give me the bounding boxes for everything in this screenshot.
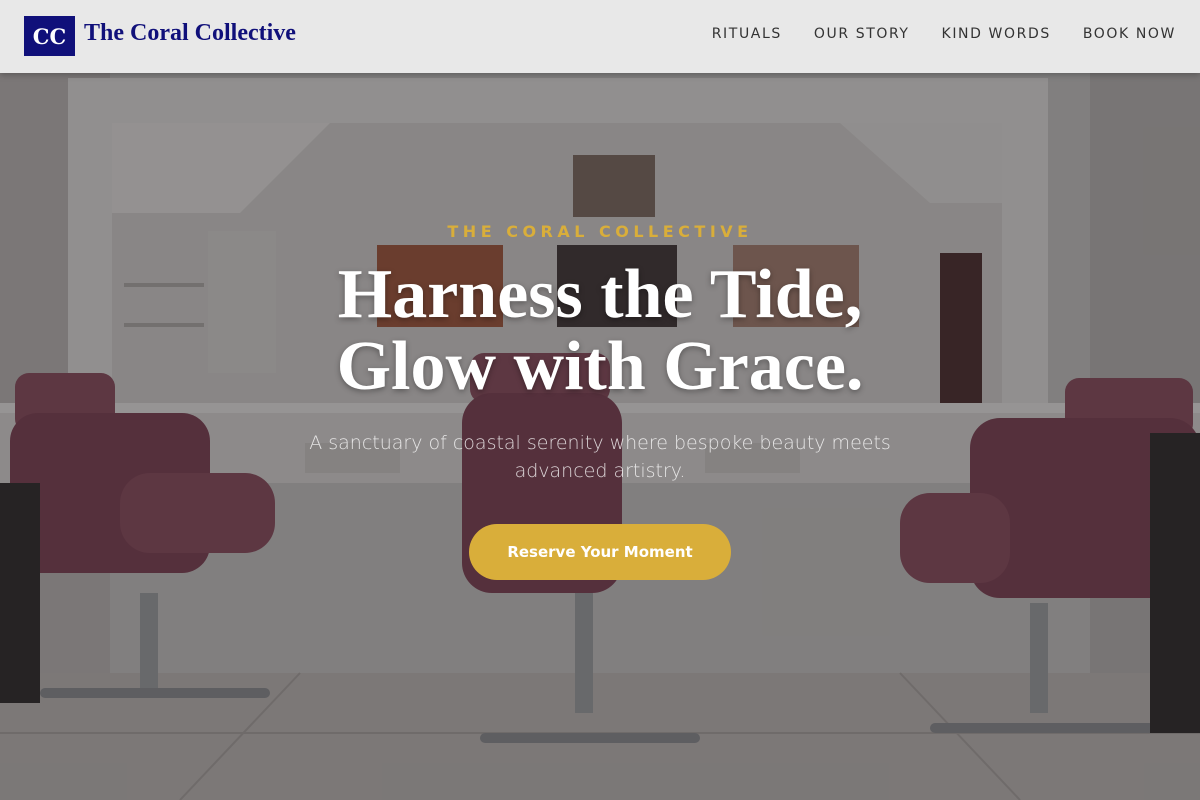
nav-link-our-story[interactable]: OUR STORY [814, 26, 910, 42]
brand-name[interactable]: The Coral Collective [84, 20, 296, 47]
main-nav: RITUALS OUR STORY KIND WORDS BOOK NOW [712, 26, 1176, 42]
nav-link-book-now[interactable]: BOOK NOW [1083, 26, 1176, 42]
site-header: CC The Coral Collective RITUALS OUR STOR… [0, 0, 1200, 73]
hero-subtitle: A sanctuary of coastal serenity where be… [309, 432, 891, 482]
hero-eyebrow: THE CORAL COLLECTIVE [447, 222, 753, 241]
hero-headline-line-2: Glow with Grace. [336, 328, 864, 405]
nav-link-kind-words[interactable]: KIND WORDS [942, 26, 1051, 42]
hero-section: THE CORAL COLLECTIVE Harness the Tide, G… [0, 73, 1200, 800]
reserve-button[interactable]: Reserve Your Moment [469, 524, 731, 580]
hero-headline-line-1: Harness the Tide, [337, 256, 863, 333]
nav-link-rituals[interactable]: RITUALS [712, 26, 782, 42]
hero-headline: Harness the Tide, Glow with Grace. [0, 259, 1200, 403]
logo-badge[interactable]: CC [24, 16, 75, 56]
